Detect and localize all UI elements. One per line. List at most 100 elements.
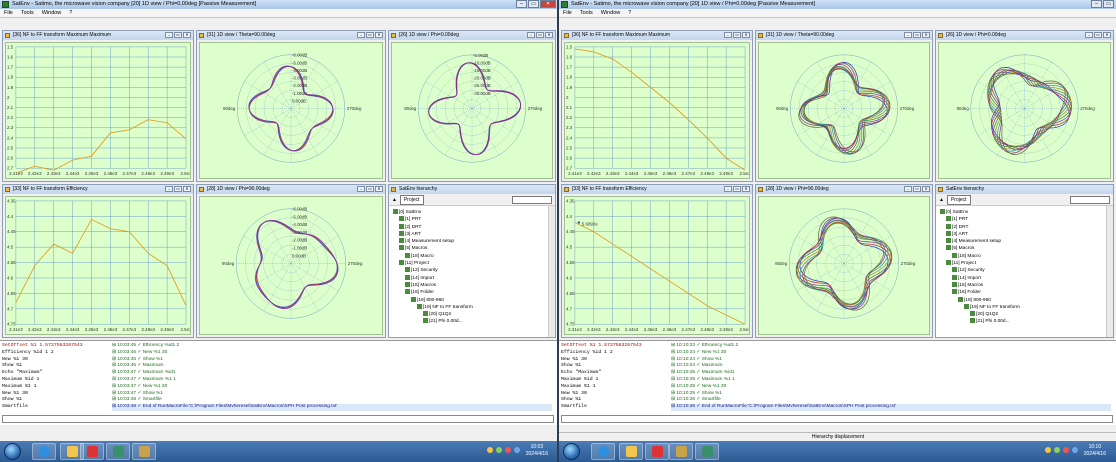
tree-item[interactable]: [1] PRT — [393, 216, 545, 223]
panel-minimize-button[interactable]: ‒ — [1085, 32, 1093, 38]
vertical-scrollbar[interactable] — [1106, 206, 1113, 337]
menu-file[interactable]: File — [563, 9, 572, 17]
panel-phi0[interactable]: [26] 1D view / Phi=0.00deg ‒ ▭ ✕ 90deg 270d… — [935, 30, 1114, 182]
menu-help[interactable]: ? — [69, 9, 72, 17]
polar-plot[interactable]: 90deg 270deg -6.00dB -5.00dB -4.00dB -3.00dB -… — [199, 42, 383, 179]
windows-start-button[interactable] — [4, 443, 21, 460]
menu-window[interactable]: Window — [42, 9, 62, 17]
panel-theta90[interactable]: [31] 1D view / Theta=90.00deg ‒ ▭ ✕ 90deg 2… — [196, 30, 386, 182]
panel-maximize-button[interactable]: ▭ — [174, 186, 182, 192]
log-entry[interactable]: ⊞ 10:10:24 ✓ Show %1 — [671, 357, 1111, 364]
hierarchy-tree[interactable]: [0] SatEnv [1] PRT [2] DRT [3] ART [4] Measu… — [940, 209, 1103, 337]
panel-phi90[interactable]: [28] 1D view / Phi=90.00deg ‒ ▭ ✕ 90deg 270… — [196, 184, 386, 338]
panel-maximize-button[interactable]: ▭ — [733, 186, 741, 192]
taskbar-ie-icon[interactable] — [591, 443, 615, 460]
execution-log[interactable]: ⊞ 10:03:45 ✓ Efficiency %id1 2 ⊞ 10:03:45… — [112, 343, 552, 411]
panel-phi0[interactable]: [26] 1D view / Phi=0.00deg ‒ ▭ ✕ 90deg 270d… — [388, 30, 556, 182]
panel-minimize-button[interactable]: ‒ — [357, 32, 365, 38]
tree-item[interactable]: [2] DRT — [393, 223, 545, 231]
panel-close-button[interactable]: ✕ — [183, 32, 191, 38]
polar-plot[interactable]: 90deg 270deg — [938, 42, 1111, 179]
command-line[interactable]: Maximum %id 1 — [561, 377, 669, 384]
command-line[interactable]: Echo "Maximum" — [2, 370, 110, 377]
panel-close-button[interactable]: ✕ — [922, 186, 930, 192]
log-entry[interactable]: ⊞ 10:10:24 ✓ Maximum — [671, 363, 1111, 370]
panel-theta90[interactable]: [31] 1D view / Theta=90.00deg ‒ ▭ ✕ 90deg 2… — [755, 30, 933, 182]
tree-item[interactable]: [12] Security — [393, 267, 545, 274]
tree-item[interactable]: [16] Folder — [940, 289, 1103, 296]
panel-maximum[interactable]: [36] NF to FF transform Maximum Maximum … — [561, 30, 753, 182]
log-entry[interactable]: ⊞ 10:10:26 ✓ End of RunMacroFile:'C:\Pro… — [671, 404, 1111, 411]
tree-item[interactable]: [5] Macros — [393, 245, 545, 252]
log-entry[interactable]: ⊞ 10:10:23 ✓ Efficiency %id1 2 — [671, 343, 1111, 350]
menu-file[interactable]: File — [4, 9, 13, 17]
command-line[interactable]: Smartfile — [2, 404, 110, 411]
panel-maximize-button[interactable]: ▭ — [913, 32, 921, 38]
clock[interactable]: 10:10 2024/4/16 — [1084, 444, 1106, 458]
panel-close-button[interactable]: ✕ — [375, 32, 383, 38]
panel-maximum[interactable]: [36] NF to FF transform Maximum Maximum … — [2, 30, 194, 182]
clock[interactable]: 10:03 2024/4/16 — [526, 444, 548, 458]
taskbar-satenv-icon[interactable] — [132, 443, 156, 460]
filter-dropdown[interactable] — [512, 196, 552, 204]
panel-minimize-button[interactable]: ‒ — [724, 186, 732, 192]
hierarchy-tree[interactable]: [0] SatEnv [1] PRT [2] DRT [3] ART [4] Measu… — [393, 209, 545, 337]
tree-item[interactable]: [18] Macro — [940, 252, 1103, 260]
menu-tools[interactable]: Tools — [580, 9, 593, 17]
tree-item[interactable]: [11] Project — [393, 260, 545, 267]
tray-icon[interactable] — [1054, 447, 1060, 453]
command-line[interactable]: Echo "Maximum" — [561, 370, 669, 377]
taskbar-satenv-icon[interactable] — [669, 443, 693, 460]
tree-item[interactable]: [18] 800-960 — [393, 296, 545, 304]
command-input[interactable] — [561, 415, 1113, 423]
taskbar-ie-icon[interactable] — [32, 443, 56, 460]
taskbar-app-icon[interactable] — [695, 443, 719, 460]
panel-maximize-button[interactable]: ▭ — [733, 32, 741, 38]
tree-item[interactable]: [0] SatEnv — [393, 209, 545, 216]
panel-close-button[interactable]: ✕ — [742, 186, 750, 192]
command-line[interactable]: Smartfile — [561, 404, 669, 411]
panel-maximize-button[interactable]: ▭ — [913, 186, 921, 192]
panel-maximize-button[interactable]: ▭ — [536, 32, 544, 38]
panel-minimize-button[interactable]: ‒ — [904, 32, 912, 38]
up-arrow-icon[interactable]: ▲ — [392, 197, 397, 203]
panel-maximize-button[interactable]: ▭ — [1094, 32, 1102, 38]
log-entry[interactable]: ⊞ 10:10:25 ✓ New %1 30 — [671, 384, 1111, 391]
vertical-scrollbar[interactable] — [548, 206, 555, 337]
log-entry[interactable]: ⊞ 10:10:25 ✓ Maximum %1 1 — [671, 377, 1111, 384]
panel-close-button[interactable]: ✕ — [545, 32, 553, 38]
tree-item[interactable]: [12] Security — [940, 267, 1103, 274]
panel-minimize-button[interactable]: ‒ — [904, 186, 912, 192]
tray-icon[interactable] — [496, 447, 502, 453]
tree-item[interactable]: [11] Project — [940, 260, 1103, 267]
maximize-button[interactable]: ▭ — [528, 0, 539, 8]
tree-item[interactable]: [4] Measurement setup — [940, 238, 1103, 245]
tree-item[interactable]: [18] Macro — [393, 252, 545, 260]
panel-close-button[interactable]: ✕ — [742, 32, 750, 38]
log-entry[interactable]: ⊞ 10:10:25 ✓ Maximum %id1 — [671, 370, 1111, 377]
filter-dropdown[interactable] — [1070, 196, 1110, 204]
maximize-button[interactable]: ▭ — [1103, 0, 1114, 8]
panel-close-button[interactable]: ✕ — [375, 186, 383, 192]
panel-minimize-button[interactable]: ‒ — [724, 32, 732, 38]
tree-item[interactable]: [21] Phi 0.00d... — [940, 318, 1103, 325]
tree-item[interactable]: [15] Macros — [940, 281, 1103, 289]
panel-close-button[interactable]: ✕ — [1103, 32, 1111, 38]
panel-efficiency[interactable]: [33] NF to FF transform Efficiency ‒ ▭ ✕ 4… — [2, 184, 194, 338]
menu-tools[interactable]: Tools — [21, 9, 34, 17]
tray-icon[interactable] — [505, 447, 511, 453]
panel-maximize-button[interactable]: ▭ — [174, 32, 182, 38]
panel-close-button[interactable]: ✕ — [922, 32, 930, 38]
efficiency-plot[interactable]: 4.35 4.4 4.45 4.5 4.55 4.6 4.65 4.7 4.75 2.41e3 2.… — [5, 196, 191, 335]
tree-item[interactable]: [18] 800-960 — [940, 296, 1103, 304]
log-entry[interactable]: ⊞ 10:03:48 ✓ End of RunMacroFile:'C:\Pro… — [112, 404, 552, 411]
taskbar-app-icon[interactable] — [106, 443, 130, 460]
log-entry[interactable]: ⊞ 10:03:47 ✓ Maximum %1 1 — [112, 377, 552, 384]
tray-icon[interactable] — [1063, 447, 1069, 453]
taskbar-wps-icon[interactable] — [645, 443, 669, 460]
windows-start-button[interactable] — [563, 443, 580, 460]
tree-item[interactable]: [3] ART — [393, 230, 545, 238]
log-entry[interactable]: ⊞ 10:03:47 ✓ Show %1 — [112, 391, 552, 398]
tray-icon[interactable] — [514, 447, 520, 453]
log-entry[interactable]: ⊞ 10:03:47 ✓ New %1 30 — [112, 384, 552, 391]
